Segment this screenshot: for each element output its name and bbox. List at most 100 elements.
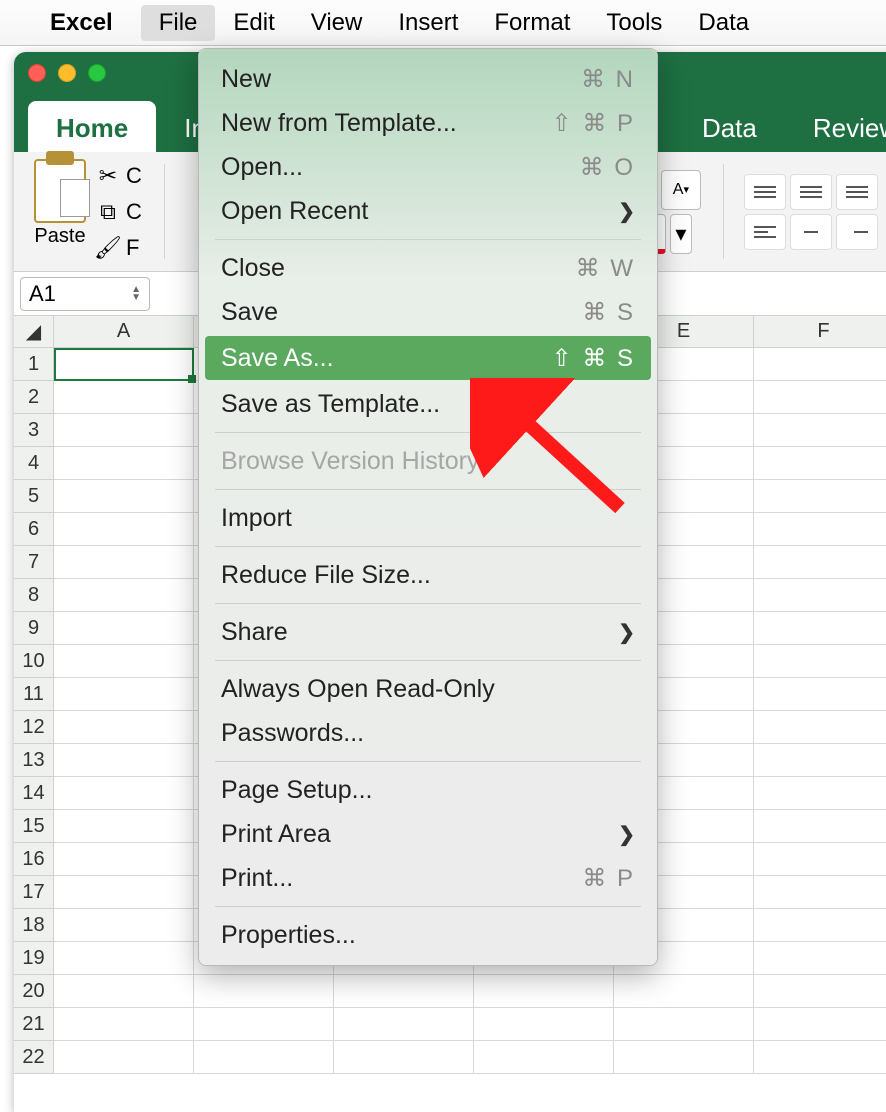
align-center-button[interactable] <box>790 214 832 250</box>
menubar-item-data[interactable]: Data <box>680 5 767 41</box>
cell[interactable] <box>54 810 194 843</box>
stepper-icon[interactable]: ▲▼ <box>131 286 141 302</box>
cell[interactable] <box>54 876 194 909</box>
cell[interactable] <box>754 348 886 381</box>
cell[interactable] <box>54 612 194 645</box>
cell[interactable] <box>754 546 886 579</box>
cell[interactable] <box>54 1041 194 1074</box>
row-header[interactable]: 18 <box>14 909 54 942</box>
row-header[interactable]: 21 <box>14 1008 54 1041</box>
cell[interactable] <box>54 711 194 744</box>
cell[interactable] <box>194 1008 334 1041</box>
cell[interactable] <box>54 414 194 447</box>
cell[interactable] <box>474 975 614 1008</box>
cell[interactable] <box>54 546 194 579</box>
row-header[interactable]: 19 <box>14 942 54 975</box>
row-header[interactable]: 20 <box>14 975 54 1008</box>
cell[interactable] <box>614 1041 754 1074</box>
menu-item-print-area[interactable]: Print Area❯ <box>199 812 657 856</box>
minimize-window-icon[interactable] <box>58 64 76 82</box>
cell[interactable] <box>754 876 886 909</box>
cell[interactable] <box>754 447 886 480</box>
select-all-corner[interactable]: ◢ <box>14 316 54 348</box>
name-box[interactable]: A1 ▲▼ <box>20 277 150 311</box>
align-right-button[interactable] <box>836 214 878 250</box>
cell[interactable] <box>54 843 194 876</box>
cell[interactable] <box>54 909 194 942</box>
menu-item-save-as[interactable]: Save As...⇧ ⌘ S <box>205 336 651 380</box>
cell[interactable] <box>334 1041 474 1074</box>
cell[interactable] <box>754 612 886 645</box>
row-header[interactable]: 3 <box>14 414 54 447</box>
cut-button[interactable]: ✂ C <box>94 159 144 193</box>
menu-item-open-recent[interactable]: Open Recent❯ <box>199 189 657 233</box>
font-size-decrease-button[interactable]: A▾ <box>661 170 701 210</box>
format-painter-button[interactable]: 🖌 F <box>94 231 144 265</box>
row-header[interactable]: 10 <box>14 645 54 678</box>
menu-item-always-open-read-only[interactable]: Always Open Read-Only <box>199 667 657 711</box>
cell[interactable] <box>54 480 194 513</box>
cell[interactable] <box>754 909 886 942</box>
menu-item-import[interactable]: Import <box>199 496 657 540</box>
menu-item-close[interactable]: Close⌘ W <box>199 246 657 290</box>
column-header[interactable]: F <box>754 316 886 348</box>
row-header[interactable]: 2 <box>14 381 54 414</box>
menu-item-page-setup[interactable]: Page Setup... <box>199 768 657 812</box>
row-header[interactable]: 17 <box>14 876 54 909</box>
cell[interactable] <box>754 1008 886 1041</box>
cell[interactable] <box>754 744 886 777</box>
cell[interactable] <box>754 381 886 414</box>
cell[interactable] <box>614 975 754 1008</box>
cell[interactable] <box>754 678 886 711</box>
row-header[interactable]: 9 <box>14 612 54 645</box>
cell[interactable] <box>754 711 886 744</box>
cell[interactable] <box>54 579 194 612</box>
row-header[interactable]: 15 <box>14 810 54 843</box>
row-header[interactable]: 7 <box>14 546 54 579</box>
menu-item-share[interactable]: Share❯ <box>199 610 657 654</box>
row-header[interactable]: 22 <box>14 1041 54 1074</box>
cell[interactable] <box>754 810 886 843</box>
cell[interactable] <box>474 1008 614 1041</box>
cell[interactable] <box>194 975 334 1008</box>
menu-item-save[interactable]: Save⌘ S <box>199 290 657 334</box>
align-bottom-button[interactable] <box>836 174 878 210</box>
menu-item-save-as-template[interactable]: Save as Template... <box>199 382 657 426</box>
menu-item-passwords[interactable]: Passwords... <box>199 711 657 755</box>
align-top-button[interactable] <box>744 174 786 210</box>
cell[interactable] <box>614 1008 754 1041</box>
menubar-item-edit[interactable]: Edit <box>215 5 292 41</box>
cell[interactable] <box>54 513 194 546</box>
row-header[interactable]: 5 <box>14 480 54 513</box>
menu-item-open[interactable]: Open...⌘ O <box>199 145 657 189</box>
menubar-item-tools[interactable]: Tools <box>588 5 680 41</box>
menubar-item-view[interactable]: View <box>293 5 381 41</box>
menubar-app[interactable]: Excel <box>32 5 131 41</box>
cell[interactable] <box>54 645 194 678</box>
font-color-dropdown[interactable]: ▾ <box>670 214 692 254</box>
cell[interactable] <box>54 381 194 414</box>
copy-button[interactable]: ⧉ C <box>94 195 144 229</box>
close-window-icon[interactable] <box>28 64 46 82</box>
cell[interactable] <box>334 1008 474 1041</box>
cell[interactable] <box>54 447 194 480</box>
row-header[interactable]: 1 <box>14 348 54 381</box>
cell[interactable] <box>754 579 886 612</box>
cell[interactable] <box>334 975 474 1008</box>
row-header[interactable]: 4 <box>14 447 54 480</box>
cell[interactable] <box>754 645 886 678</box>
row-header[interactable]: 13 <box>14 744 54 777</box>
menu-item-new-from-template[interactable]: New from Template...⇧ ⌘ P <box>199 101 657 145</box>
cell[interactable] <box>54 942 194 975</box>
cell[interactable] <box>754 975 886 1008</box>
cell[interactable] <box>754 480 886 513</box>
menu-item-new[interactable]: New⌘ N <box>199 57 657 101</box>
menu-item-print[interactable]: Print...⌘ P <box>199 856 657 900</box>
tab-home[interactable]: Home <box>28 101 156 152</box>
align-middle-button[interactable] <box>790 174 832 210</box>
row-header[interactable]: 16 <box>14 843 54 876</box>
menu-item-reduce-file-size[interactable]: Reduce File Size... <box>199 553 657 597</box>
row-header[interactable]: 11 <box>14 678 54 711</box>
cell[interactable] <box>754 513 886 546</box>
align-left-button[interactable] <box>744 214 786 250</box>
